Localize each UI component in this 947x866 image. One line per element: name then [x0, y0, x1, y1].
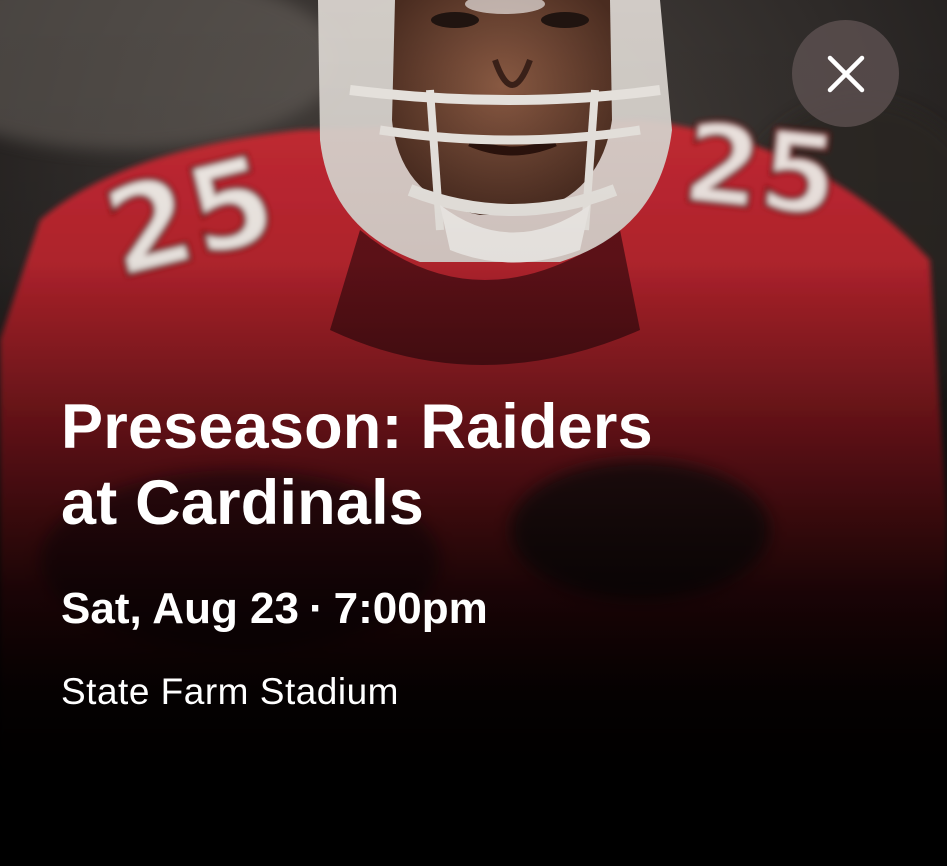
close-button[interactable] [792, 20, 899, 127]
event-venue: State Farm Stadium [61, 670, 400, 712]
event-info: Preseason: Raiders at Cardinals Sat, Aug… [61, 390, 881, 712]
event-date: Sat, Aug 23 [61, 584, 299, 634]
event-time: 7:00pm [333, 584, 488, 634]
event-datetime: Sat, Aug 23 · 7:00pm [61, 584, 881, 634]
event-title-line2: at Cardinals [61, 467, 425, 538]
event-title-line1: Preseason: Raiders [61, 392, 653, 462]
close-icon [826, 54, 866, 94]
event-hero: 25 25 [0, 0, 947, 866]
event-title: Preseason: Raiders at Cardinals [61, 390, 881, 541]
datetime-separator: · [308, 584, 324, 634]
